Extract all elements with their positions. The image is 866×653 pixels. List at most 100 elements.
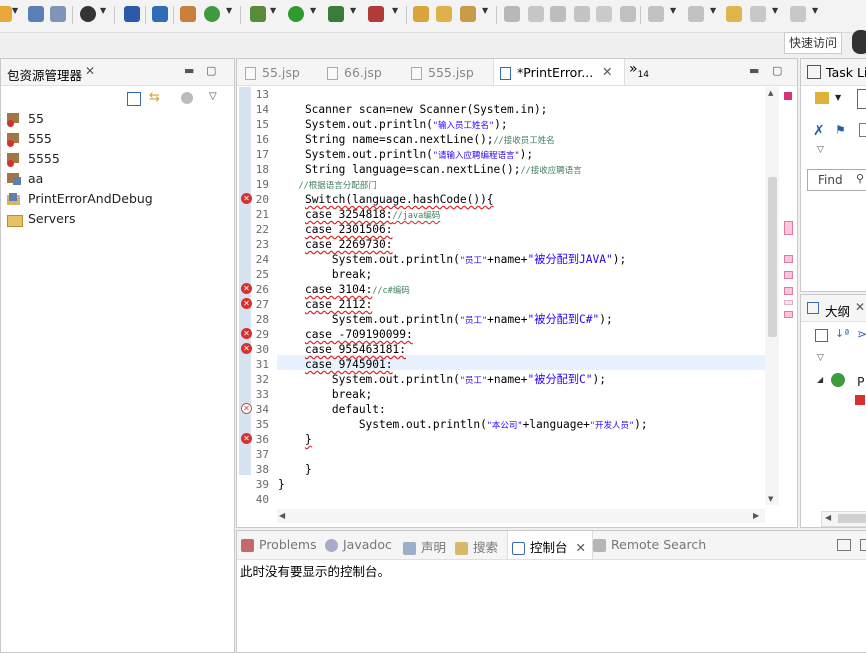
collapse-icon[interactable] (859, 123, 866, 137)
paragraph-icon[interactable] (620, 6, 636, 22)
horizontal-scrollbar[interactable] (277, 509, 765, 523)
close-icon[interactable]: ✕ (855, 300, 865, 314)
chevron-down-icon[interactable]: ▼ (100, 6, 106, 15)
coverage-icon[interactable] (328, 6, 344, 22)
tree-item[interactable]: 5555 (7, 150, 60, 168)
hide-fields-icon[interactable]: ⋗ (857, 327, 866, 341)
tree-item[interactable]: 55 (7, 110, 44, 128)
find-field[interactable]: Find ⚲ (807, 169, 866, 191)
minimize-icon[interactable]: ▬ (184, 64, 194, 77)
chevron-down-icon[interactable]: ▼ (772, 6, 778, 15)
code-line[interactable]: break; (278, 267, 372, 282)
display-console-icon[interactable] (860, 539, 866, 551)
quick-access-field[interactable]: 快速访问 (784, 32, 842, 54)
code-line[interactable]: case 955463181: (278, 342, 406, 357)
chevron-down-icon[interactable]: ▼ (226, 6, 232, 15)
code-line[interactable]: default: (278, 402, 386, 417)
scroll-down-icon[interactable]: ▼ (768, 495, 773, 503)
editor-tab[interactable]: 555.jsp (411, 65, 474, 80)
error-marker-icon[interactable]: ✕ (241, 283, 252, 294)
minimize-icon[interactable]: ▬ (749, 64, 759, 77)
tab-declaration[interactable]: 声明 (403, 537, 446, 556)
scroll-left-icon[interactable]: ◀ (279, 511, 285, 520)
chevron-down-icon[interactable]: ▼ (350, 6, 356, 15)
code-line[interactable]: System.out.println("本公司"+language+"开发人员"… (278, 417, 648, 432)
focus-tasks-icon[interactable]: ⚑ (835, 123, 846, 137)
skip-breakpoints-icon[interactable] (152, 6, 168, 22)
error-marker-icon[interactable]: ✕ (241, 328, 252, 339)
tab-search[interactable]: 搜索 (455, 537, 498, 556)
tree-item[interactable]: 555 (7, 130, 52, 148)
code-line[interactable]: } (278, 432, 312, 447)
annotation-icon[interactable] (504, 6, 520, 22)
warning-marker-icon[interactable]: ✕ (241, 403, 252, 414)
code-line[interactable]: System.out.println("员工"+name+"被分配到JAVA")… (278, 252, 626, 267)
view-menu-icon[interactable]: ▽ (209, 91, 217, 102)
code-line[interactable]: case 9745901: (278, 357, 393, 372)
tree-item[interactable]: Servers (7, 210, 76, 228)
code-line[interactable]: case -709190099: (278, 327, 413, 342)
code-line[interactable]: case 2301506: (278, 222, 393, 237)
horizontal-scrollbar[interactable]: ◀ (821, 511, 866, 527)
code-line[interactable]: case 2112: (278, 297, 372, 312)
chevron-down-icon[interactable]: ▼ (270, 6, 276, 15)
chevron-down-icon[interactable]: ▼ (12, 6, 18, 15)
open-folder-icon[interactable] (436, 6, 452, 22)
tab-javadoc[interactable]: Javadoc (325, 537, 392, 552)
code-line[interactable]: System.out.println("输入员工姓名"); (278, 117, 508, 132)
task-list-title[interactable]: Task Li (826, 65, 866, 80)
editor-tab-active[interactable]: *PrintError... ✕ (493, 59, 625, 85)
debug-icon[interactable] (250, 6, 266, 22)
overview-error-mark[interactable] (784, 311, 793, 318)
error-marker-icon[interactable]: ✕ (241, 193, 252, 204)
chevron-down-icon[interactable]: ▼ (310, 6, 316, 15)
error-marker-icon[interactable]: ✕ (241, 433, 252, 444)
chevron-down-icon[interactable]: ▼ (710, 6, 716, 15)
scheduled-icon[interactable]: ✗ (813, 123, 825, 139)
search-tool-icon[interactable] (460, 6, 476, 22)
back-icon[interactable] (750, 6, 766, 22)
error-marker-icon[interactable]: ✕ (241, 298, 252, 309)
scroll-right-icon[interactable]: ▶ (753, 511, 759, 520)
user-icon[interactable] (80, 6, 96, 22)
code-line[interactable]: Scanner scan=new Scanner(System.in); (278, 102, 547, 117)
code-line[interactable]: String language=scan.nextLine();//接收应聘语言 (278, 162, 582, 177)
code-line[interactable]: case 3104://c#编码 (278, 282, 410, 297)
close-icon[interactable]: ✕ (85, 64, 95, 78)
tab-overflow-button[interactable]: »14 (629, 61, 649, 80)
prev-annotation-icon[interactable] (688, 6, 704, 22)
toggle-icon[interactable] (574, 6, 590, 22)
chevron-down-icon[interactable]: ▼ (482, 6, 488, 15)
error-summary-icon[interactable] (784, 92, 792, 100)
new-class-icon[interactable] (204, 6, 220, 22)
link-with-editor-icon[interactable]: ⇆ (149, 91, 163, 105)
focus-icon[interactable] (181, 92, 193, 104)
new-task-icon[interactable] (815, 92, 829, 104)
view-menu-icon[interactable]: ▽ (817, 353, 824, 363)
chevron-down-icon[interactable]: ▼ (392, 6, 398, 15)
code-line[interactable]: Switch(language.hashCode()){ (278, 192, 494, 207)
terminal-icon[interactable] (124, 6, 140, 22)
run-icon[interactable] (288, 6, 304, 22)
horizontal-scroll-thumb[interactable] (838, 514, 866, 523)
maximize-icon[interactable]: ▢ (206, 64, 216, 77)
overview-warning-mark[interactable] (784, 300, 793, 305)
error-marker-icon[interactable]: ✕ (241, 343, 252, 354)
code-line[interactable]: } (278, 477, 285, 492)
save-all-icon[interactable] (50, 6, 66, 22)
code-line[interactable]: //根据语言分配部门 (278, 177, 376, 192)
sort-icon[interactable]: ↓ª (835, 327, 849, 340)
new-icon[interactable] (0, 6, 12, 22)
vertical-scroll-thumb[interactable] (768, 177, 777, 337)
tab-remote-search[interactable]: Remote Search (593, 537, 706, 552)
collapse-all-icon[interactable] (815, 329, 828, 342)
view-menu-icon[interactable]: ▽ (817, 145, 824, 155)
outline-node-label[interactable]: P (857, 374, 865, 389)
overview-error-mark[interactable] (784, 287, 793, 295)
overview-error-mark[interactable] (784, 255, 793, 263)
tree-collapse-icon[interactable]: ◢ (817, 375, 823, 384)
overview-error-mark[interactable] (784, 221, 793, 235)
code-line[interactable]: case 3254818://java编码 (278, 207, 440, 222)
close-icon[interactable]: ✕ (576, 540, 586, 555)
code-line[interactable]: System.out.println("员工"+name+"被分配到C"); (278, 372, 606, 387)
